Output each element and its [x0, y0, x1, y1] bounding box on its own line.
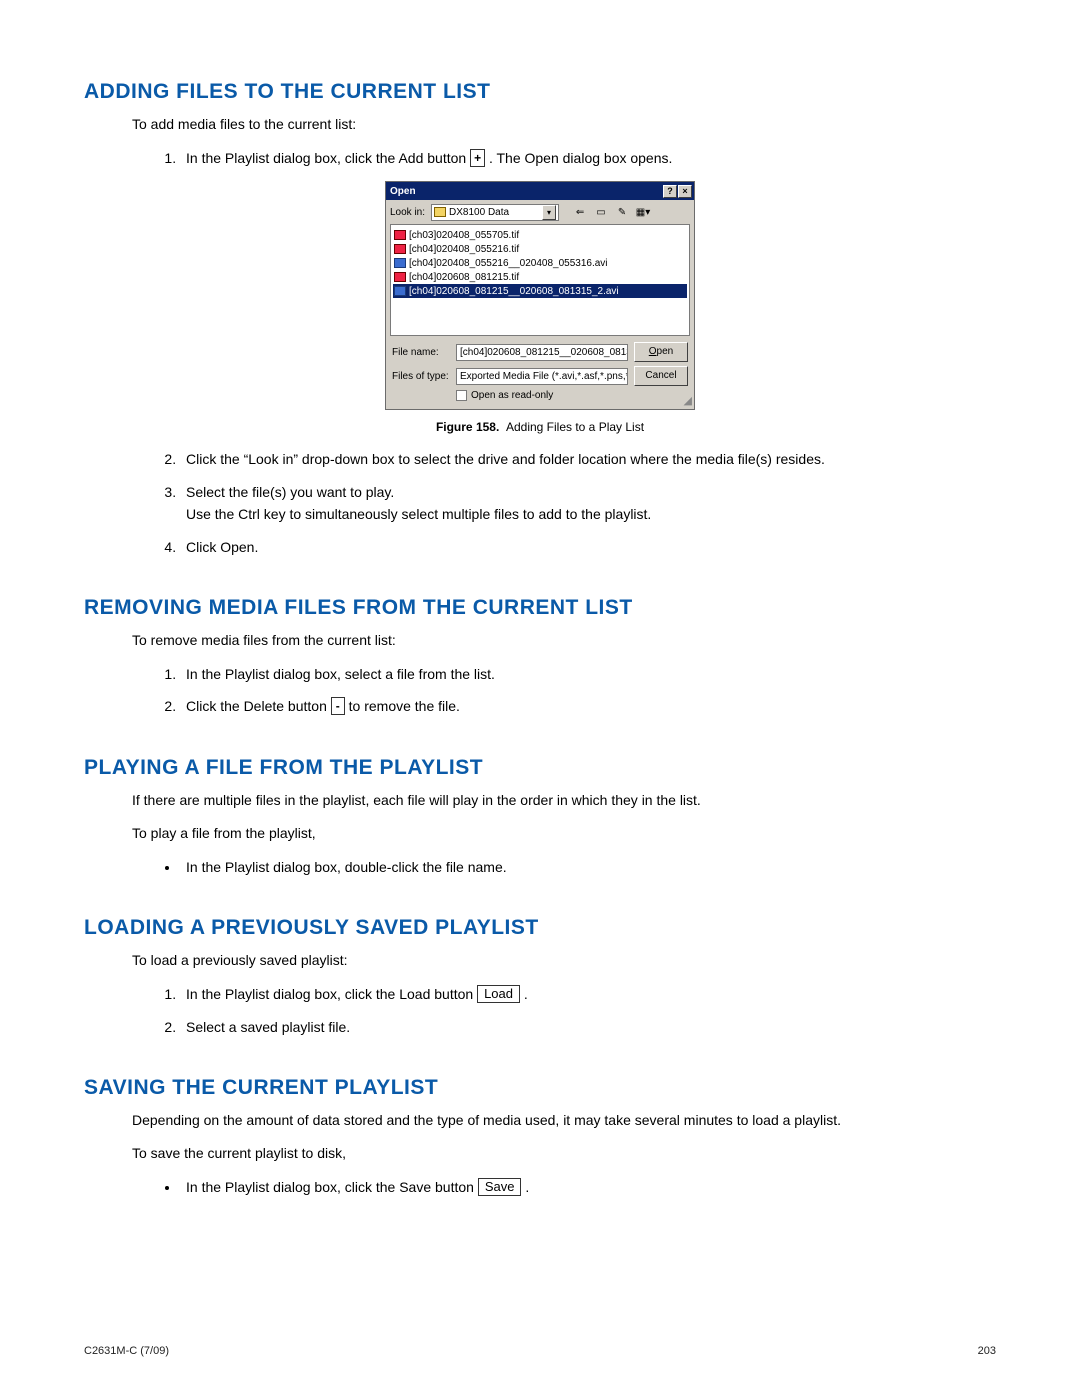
saving-bullet: In the Playlist dialog box, click the Sa…	[180, 1176, 996, 1198]
filetype-dropdown[interactable]: Exported Media File (*.avi,*.asf,*.pns,*…	[456, 368, 628, 385]
page-footer: C2631M-C (7/09) 203	[84, 1345, 996, 1357]
file-icon	[394, 230, 406, 240]
removing-step-2: Click the Delete button - to remove the …	[180, 695, 996, 717]
filename-input[interactable]: [ch04]020608_081215__020608_081315_2.avi…	[456, 344, 628, 361]
add-button-icon: +	[470, 149, 485, 167]
footer-left: C2631M-C (7/09)	[84, 1345, 169, 1357]
heading-removing: REMOVING MEDIA FILES FROM THE CURRENT LI…	[84, 596, 996, 620]
playing-intro-1: If there are multiple files in the playl…	[132, 790, 996, 811]
loading-step-1: In the Playlist dialog box, click the Lo…	[180, 983, 996, 1005]
save-button-icon: Save	[478, 1178, 522, 1196]
file-row[interactable]: [ch04]020408_055216.tif	[393, 242, 687, 256]
dialog-title: Open	[390, 186, 416, 197]
back-icon[interactable]: ⇐	[571, 204, 589, 221]
filename-value: [ch04]020608_081215__020608_081315_2.avi	[460, 347, 628, 358]
removing-step-1: In the Playlist dialog box, select a fil…	[180, 663, 996, 685]
step1-pre: In the Playlist dialog box, click the Ad…	[186, 150, 470, 166]
file-name: [ch04]020608_081215.tif	[409, 272, 519, 283]
file-row[interactable]: [ch03]020408_055705.tif	[393, 228, 687, 242]
cancel-button[interactable]: Cancel	[634, 366, 688, 386]
figure-caption: Figure 158. Adding Files to a Play List	[84, 420, 996, 434]
resize-grip-icon[interactable]: ◢	[684, 394, 692, 407]
delete-button-icon: -	[331, 697, 345, 715]
playing-bullets: In the Playlist dialog box, double-click…	[162, 856, 996, 878]
new-folder-icon[interactable]: ✎	[613, 204, 631, 221]
dialog-titlebar: Open ? ×	[386, 182, 694, 200]
open-dialog: Open ? × Look in: DX8100 Data ▾ ⇐ ▭ ✎ ▦▾…	[385, 181, 695, 410]
load-button-icon: Load	[477, 985, 520, 1003]
file-icon	[394, 258, 406, 268]
removing-steps: In the Playlist dialog box, select a fil…	[162, 663, 996, 718]
help-icon[interactable]: ?	[663, 185, 677, 198]
chevron-down-icon[interactable]: ▾	[542, 205, 556, 220]
file-list[interactable]: [ch03]020408_055705.tif [ch04]020408_055…	[390, 224, 690, 336]
close-icon[interactable]: ×	[678, 185, 692, 198]
loading-step-2: Select a saved playlist file.	[180, 1016, 996, 1038]
heading-loading: LOADING A PREVIOUSLY SAVED PLAYLIST	[84, 916, 996, 940]
adding-steps-cont: Click the “Look in” drop-down box to sel…	[162, 448, 996, 558]
up-one-level-icon[interactable]: ▭	[592, 204, 610, 221]
file-row-selected[interactable]: [ch04]020608_081215__020608_081315_2.avi	[393, 284, 687, 298]
file-name: [ch04]020408_055216__020408_055316.avi	[409, 258, 608, 269]
file-row[interactable]: [ch04]020408_055216__020408_055316.avi	[393, 256, 687, 270]
open-button[interactable]: Open	[634, 342, 688, 362]
playing-bullet: In the Playlist dialog box, double-click…	[180, 856, 996, 878]
file-name: [ch03]020408_055705.tif	[409, 230, 519, 241]
step1-post: . The Open dialog box opens.	[489, 150, 672, 166]
adding-step-3: Select the file(s) you want to play. Use…	[180, 481, 996, 526]
adding-steps: In the Playlist dialog box, click the Ad…	[162, 147, 996, 169]
adding-step-4: Click Open.	[180, 536, 996, 558]
readonly-checkbox[interactable]	[456, 390, 467, 401]
view-menu-icon[interactable]: ▦▾	[634, 204, 652, 221]
file-icon	[394, 286, 406, 296]
playing-intro-2: To play a file from the playlist,	[132, 823, 996, 844]
adding-intro: To add media files to the current list:	[132, 114, 996, 135]
adding-step-2: Click the “Look in” drop-down box to sel…	[180, 448, 996, 470]
lookin-label: Look in:	[390, 207, 427, 218]
filename-label: File name:	[392, 347, 450, 358]
heading-saving: SAVING THE CURRENT PLAYLIST	[84, 1076, 996, 1100]
lookin-value: DX8100 Data	[449, 207, 509, 218]
filetype-value: Exported Media File (*.avi,*.asf,*.pns,*…	[460, 371, 628, 382]
removing-intro: To remove media files from the current l…	[132, 630, 996, 651]
filetype-label: Files of type:	[392, 371, 450, 382]
file-name: [ch04]020408_055216.tif	[409, 244, 519, 255]
file-name: [ch04]020608_081215__020608_081315_2.avi	[409, 286, 619, 297]
lookin-dropdown[interactable]: DX8100 Data ▾	[431, 204, 559, 221]
footer-right: 203	[978, 1345, 996, 1357]
file-icon	[394, 244, 406, 254]
saving-intro-2: To save the current playlist to disk,	[132, 1143, 996, 1164]
saving-bullets: In the Playlist dialog box, click the Sa…	[162, 1176, 996, 1198]
saving-intro-1: Depending on the amount of data stored a…	[132, 1110, 996, 1131]
heading-adding: ADDING FILES TO THE CURRENT LIST	[84, 80, 996, 104]
loading-intro: To load a previously saved playlist:	[132, 950, 996, 971]
loading-steps: In the Playlist dialog box, click the Lo…	[162, 983, 996, 1038]
folder-icon	[434, 207, 446, 217]
file-icon	[394, 272, 406, 282]
adding-step-1: In the Playlist dialog box, click the Ad…	[180, 147, 996, 169]
file-row[interactable]: [ch04]020608_081215.tif	[393, 270, 687, 284]
readonly-label: Open as read-only	[471, 390, 553, 401]
heading-playing: PLAYING A FILE FROM THE PLAYLIST	[84, 756, 996, 780]
